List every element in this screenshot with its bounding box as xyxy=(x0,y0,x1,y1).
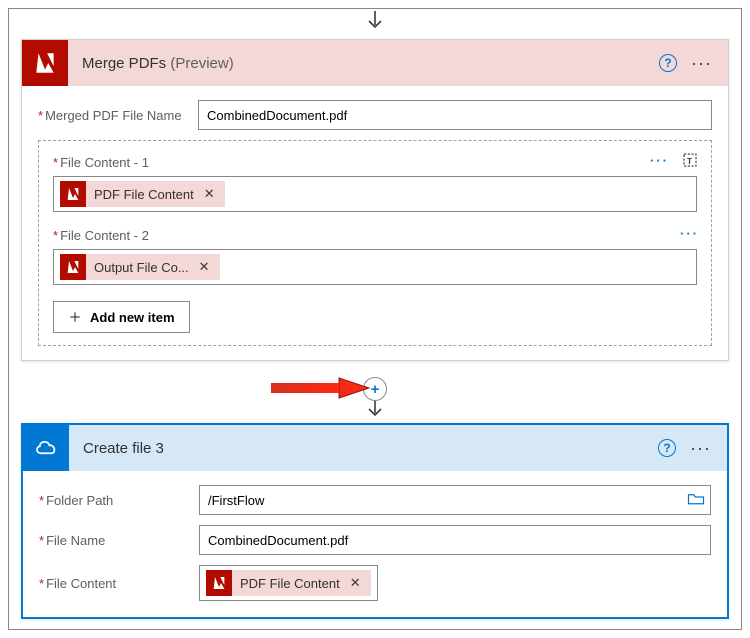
folder-label-text: Folder Path xyxy=(46,493,113,508)
pdf-file-content-token[interactable]: PDF File Content ✕ xyxy=(60,181,225,207)
create-title-text: Create file 3 xyxy=(83,440,164,457)
file-content-label: *File Content xyxy=(39,576,199,591)
add-item-label: Add new item xyxy=(90,310,175,325)
help-icon[interactable]: ? xyxy=(658,439,676,457)
merge-pdfs-title: Merge PDFs (Preview) xyxy=(68,55,659,72)
merged-filename-label-text: Merged PDF File Name xyxy=(45,108,182,123)
merged-filename-label: * Merged PDF File Name xyxy=(38,108,198,123)
file-content-1-label: *File Content - 1 xyxy=(53,155,697,170)
adobe-icon xyxy=(22,40,68,86)
adobe-mini-icon xyxy=(206,570,232,596)
flow-canvas: Merge PDFs (Preview) ? ··· * Merged PDF … xyxy=(8,8,742,630)
file-content-2-group: ··· *File Content - 2 Output File Co... … xyxy=(53,228,697,285)
remove-token-icon[interactable]: ✕ xyxy=(348,575,363,591)
file-name-input[interactable] xyxy=(199,525,711,555)
merge-title-text: Merge PDFs xyxy=(82,55,166,72)
create-file-header[interactable]: Create file 3 ? ··· xyxy=(23,425,727,471)
fc2-actions: ··· xyxy=(680,226,699,241)
content-token-text: PDF File Content xyxy=(240,576,340,591)
create-card-body: *Folder Path *File Name xyxy=(23,471,727,617)
file-content-1-input[interactable]: PDF File Content ✕ xyxy=(53,176,697,212)
folder-path-input[interactable] xyxy=(199,485,711,515)
merged-filename-input[interactable] xyxy=(198,100,712,130)
folder-picker-icon[interactable] xyxy=(687,492,705,509)
onedrive-icon xyxy=(23,425,69,471)
fc1-label-text: File Content - 1 xyxy=(60,155,149,170)
file-content-2-label: *File Content - 2 xyxy=(53,228,697,243)
output-file-content-token[interactable]: Output File Co... ✕ xyxy=(60,254,220,280)
file-name-row: *File Name xyxy=(39,525,711,555)
fc2-menu-icon[interactable]: ··· xyxy=(680,226,699,241)
arrow-down-icon xyxy=(365,11,385,33)
add-new-item-button[interactable]: Add new item xyxy=(53,301,190,333)
incoming-connector xyxy=(9,9,741,39)
file-content-1-group: *File Content - 1 PDF File Content ✕ xyxy=(53,155,697,212)
file-content-row: *File Content PDF File Content ✕ xyxy=(39,565,711,601)
fc1-token-text: PDF File Content xyxy=(94,187,194,202)
help-icon[interactable]: ? xyxy=(659,54,677,72)
fc2-label-text: File Content - 2 xyxy=(60,228,149,243)
required-star: * xyxy=(38,108,43,123)
file-contents-array: ··· T *File Content - 1 xyxy=(38,140,712,346)
preview-tag: (Preview) xyxy=(170,55,233,72)
remove-token-icon[interactable]: ✕ xyxy=(202,186,217,202)
create-file-card: Create file 3 ? ··· *Folder Path xyxy=(21,423,729,619)
merged-filename-row: * Merged PDF File Name xyxy=(38,100,712,130)
folder-path-row: *Folder Path xyxy=(39,485,711,515)
merge-pdfs-header[interactable]: Merge PDFs (Preview) ? ··· xyxy=(22,40,728,86)
connector: + xyxy=(9,371,741,423)
remove-token-icon[interactable]: ✕ xyxy=(197,259,212,275)
more-menu-icon[interactable]: ··· xyxy=(690,443,711,453)
create-header-actions: ? ··· xyxy=(658,439,717,457)
pdf-file-content-token[interactable]: PDF File Content ✕ xyxy=(206,570,371,596)
merge-header-actions: ? ··· xyxy=(659,54,718,72)
create-file-title: Create file 3 xyxy=(69,440,658,457)
file-content-2-input[interactable]: Output File Co... ✕ xyxy=(53,249,697,285)
filename-label-text: File Name xyxy=(46,533,105,548)
plus-icon xyxy=(68,310,82,324)
merge-pdfs-card: Merge PDFs (Preview) ? ··· * Merged PDF … xyxy=(21,39,729,361)
file-name-label: *File Name xyxy=(39,533,199,548)
content-label-text: File Content xyxy=(46,576,116,591)
fc2-token-text: Output File Co... xyxy=(94,260,189,275)
callout-arrow-icon xyxy=(271,371,371,405)
pdf-logo-icon xyxy=(32,50,58,76)
folder-path-label: *Folder Path xyxy=(39,493,199,508)
cloud-icon xyxy=(32,434,60,462)
adobe-mini-icon xyxy=(60,254,86,280)
more-menu-icon[interactable]: ··· xyxy=(691,58,712,68)
merge-card-body: * Merged PDF File Name ··· T xyxy=(22,86,728,360)
adobe-mini-icon xyxy=(60,181,86,207)
file-content-input[interactable]: PDF File Content ✕ xyxy=(199,565,378,601)
